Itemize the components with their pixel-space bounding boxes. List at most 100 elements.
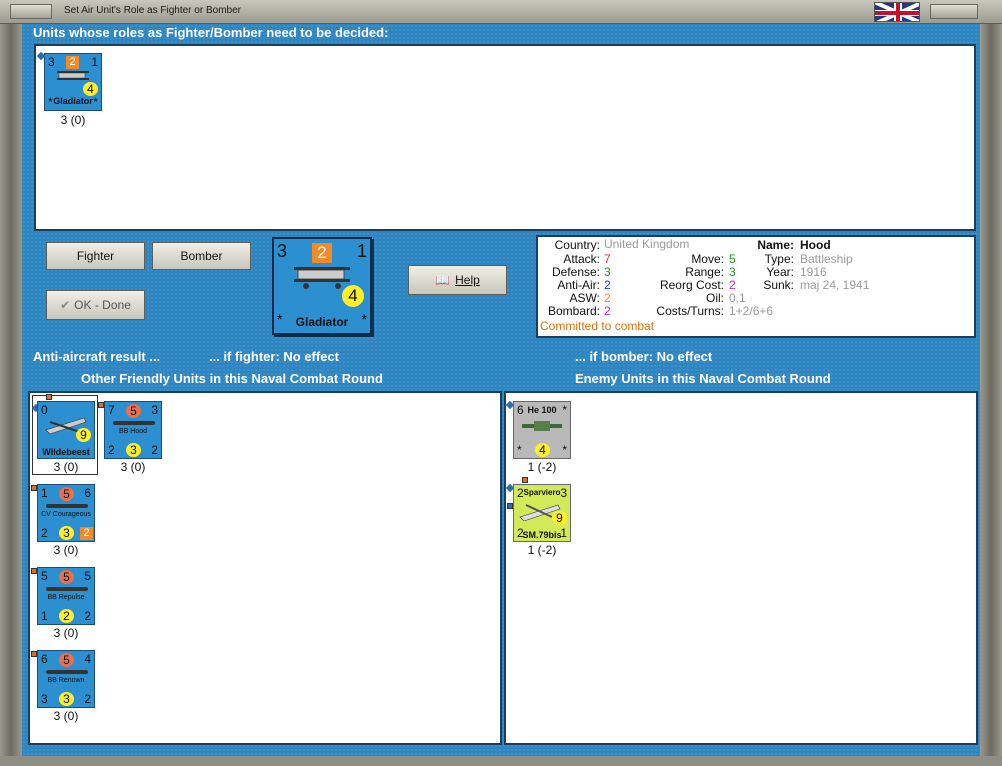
checkmark-icon: ✔ — [60, 298, 71, 312]
type-value: Battleship — [800, 252, 853, 266]
reorg-value: 2 — [729, 278, 736, 292]
selected-unit-counter: 3 2 1 4 * Gladiator * — [272, 237, 372, 335]
sunk-label: Sunk: — [763, 278, 794, 292]
friendly-header: Other Friendly Units in this Naval Comba… — [81, 371, 383, 386]
asw-value: 2 — [604, 291, 611, 305]
counter-value: * — [562, 443, 567, 457]
year-label: Year: — [766, 265, 794, 279]
counter-value: * — [562, 403, 567, 417]
counter-value: 1 — [356, 241, 367, 261]
system-menu-button[interactable] — [10, 4, 52, 19]
help-button[interactable]: 📖 Help — [408, 265, 507, 295]
help-label: Help — [455, 273, 480, 287]
unit-caption: 3 (0) — [53, 543, 79, 557]
antiaircraft-label: Anti-aircraft result ... — [33, 349, 161, 364]
counter-value: 5 — [41, 569, 48, 583]
unit-caption: 3 (0) — [53, 626, 79, 640]
counter-value: 3 — [277, 241, 288, 261]
attack-label: Attack: — [563, 252, 600, 266]
fighter-plane-icon — [522, 421, 562, 431]
counter-value: 3 — [48, 55, 55, 69]
counter-value: 2 — [84, 692, 91, 706]
costs-value: 1+2/6+6 — [729, 304, 774, 318]
oil-label: Oil: — [706, 291, 724, 305]
unit-caption: 3 (0) — [53, 460, 79, 474]
window-title: Set Air Unit's Role as Fighter or Bomber — [64, 5, 241, 16]
counter-value: 2 — [108, 443, 115, 457]
sunk-value: maj 24, 1941 — [800, 278, 870, 292]
unit-caption: 3 (0) — [120, 460, 146, 474]
counter-value: 4 — [84, 652, 91, 666]
antiair-value: 2 — [604, 278, 611, 292]
counter-name: BB Renown — [47, 677, 85, 684]
unit-caption: 1 (-2) — [527, 543, 557, 557]
friendly-units-panel: 0 9 Wildebeest 3 (0) 7 5 3 BB Hood 2 3 2… — [28, 391, 502, 745]
dialog-body: Units whose roles as Fighter/Bomber need… — [22, 24, 980, 756]
counter-value: 4 — [535, 443, 550, 457]
counter-value: 1 — [41, 486, 48, 500]
counter-value: 5 — [126, 404, 141, 418]
type-label: Type: — [764, 252, 794, 266]
ok-done-button[interactable]: ✔ OK - Done — [46, 290, 145, 320]
range-label: Range: — [685, 265, 724, 279]
counter-value: 5 — [59, 653, 74, 667]
counter-value: 3 — [59, 692, 74, 706]
undecided-header: Units whose roles as Fighter/Bomber need… — [33, 25, 389, 40]
book-icon: 📖 — [435, 273, 451, 287]
counter-value: 4 — [83, 82, 98, 96]
counter-value: 1 — [91, 55, 98, 69]
unit-counter-bb-renown[interactable]: 6 5 4 BB Renown 3 3 2 — [37, 650, 95, 708]
unit-caption: 3 (0) — [53, 709, 79, 723]
attack-value: 7 — [604, 252, 611, 266]
undecided-units-panel: 3 2 1 4 * Gladiator * 3 (0) — [34, 44, 976, 231]
defense-label: Defense: — [551, 265, 600, 279]
unit-counter-bb-repulse[interactable]: 5 5 5 BB Repulse 1 2 2 — [37, 567, 95, 625]
country-value: United Kingdom — [604, 237, 690, 251]
unit-caption: 1 (-2) — [527, 460, 557, 474]
enemy-units-panel: 6 He 100 * * 4 * 1 (-2) 2 Sparviero 3 9 … — [504, 391, 978, 745]
uk-flag-icon — [874, 2, 920, 22]
counter-value: 3 — [59, 526, 74, 540]
bottom-border — [0, 756, 1002, 766]
counter-name: Gladiator — [295, 315, 349, 329]
battleship-icon — [46, 587, 88, 591]
unit-marker-icon — [46, 394, 52, 400]
asw-label: ASW: — [569, 291, 600, 305]
title-bar: Set Air Unit's Role as Fighter or Bomber — [0, 0, 1002, 24]
unit-counter-wildebeest[interactable]: 0 9 Wildebeest — [37, 401, 95, 459]
country-label: Country: — [554, 238, 600, 252]
counter-value: * — [361, 311, 367, 327]
reorg-label: Reorg Cost: — [659, 278, 724, 292]
counter-name: CV Courageous — [41, 511, 91, 518]
counter-value: 2 — [59, 609, 74, 623]
counter-value: 2 — [84, 609, 91, 623]
unit-info-panel: Country: United Kingdom Attack: 7 Defens… — [536, 235, 976, 338]
unit-counter-he-100[interactable]: 6 He 100 * * 4 * — [513, 401, 571, 459]
counter-value: 1 — [560, 526, 567, 540]
counter-value: 3 — [41, 692, 48, 706]
name-label: Name: — [757, 238, 794, 252]
counter-value: 4 — [342, 285, 364, 307]
counter-value: 3 — [151, 403, 158, 417]
close-button[interactable] — [930, 4, 978, 19]
counter-value: 6 — [84, 486, 91, 500]
unit-caption: 3 (0) — [60, 113, 86, 127]
enemy-header: Enemy Units in this Naval Combat Round — [575, 371, 831, 386]
antiair-label: Anti-Air: — [557, 278, 600, 292]
counter-value: 7 — [108, 403, 115, 417]
antiaircraft-fighter-result: ... if fighter: No effect — [209, 349, 339, 364]
fighter-button[interactable]: Fighter — [46, 242, 145, 270]
name-value: Hood — [800, 238, 831, 252]
unit-counter-gladiator[interactable]: 3 2 1 4 * Gladiator * — [44, 53, 102, 111]
bombard-value: 2 — [604, 304, 611, 318]
unit-marker-icon — [522, 477, 528, 483]
counter-value: 1 — [41, 609, 48, 623]
counter-value: 9 — [552, 511, 567, 525]
battleship-icon — [46, 670, 88, 674]
bomber-button[interactable]: Bomber — [152, 242, 251, 270]
unit-counter-sparviero[interactable]: 2 Sparviero 3 9 2 SM.79bis 1 — [513, 484, 571, 542]
unit-counter-bb-hood[interactable]: 7 5 3 BB Hood 2 3 2 — [104, 401, 162, 459]
unit-counter-cv-courageous[interactable]: 1 5 6 CV Courageous 2 3 2 — [37, 484, 95, 542]
bombard-label: Bombard: — [547, 304, 600, 318]
right-border — [980, 24, 1002, 766]
